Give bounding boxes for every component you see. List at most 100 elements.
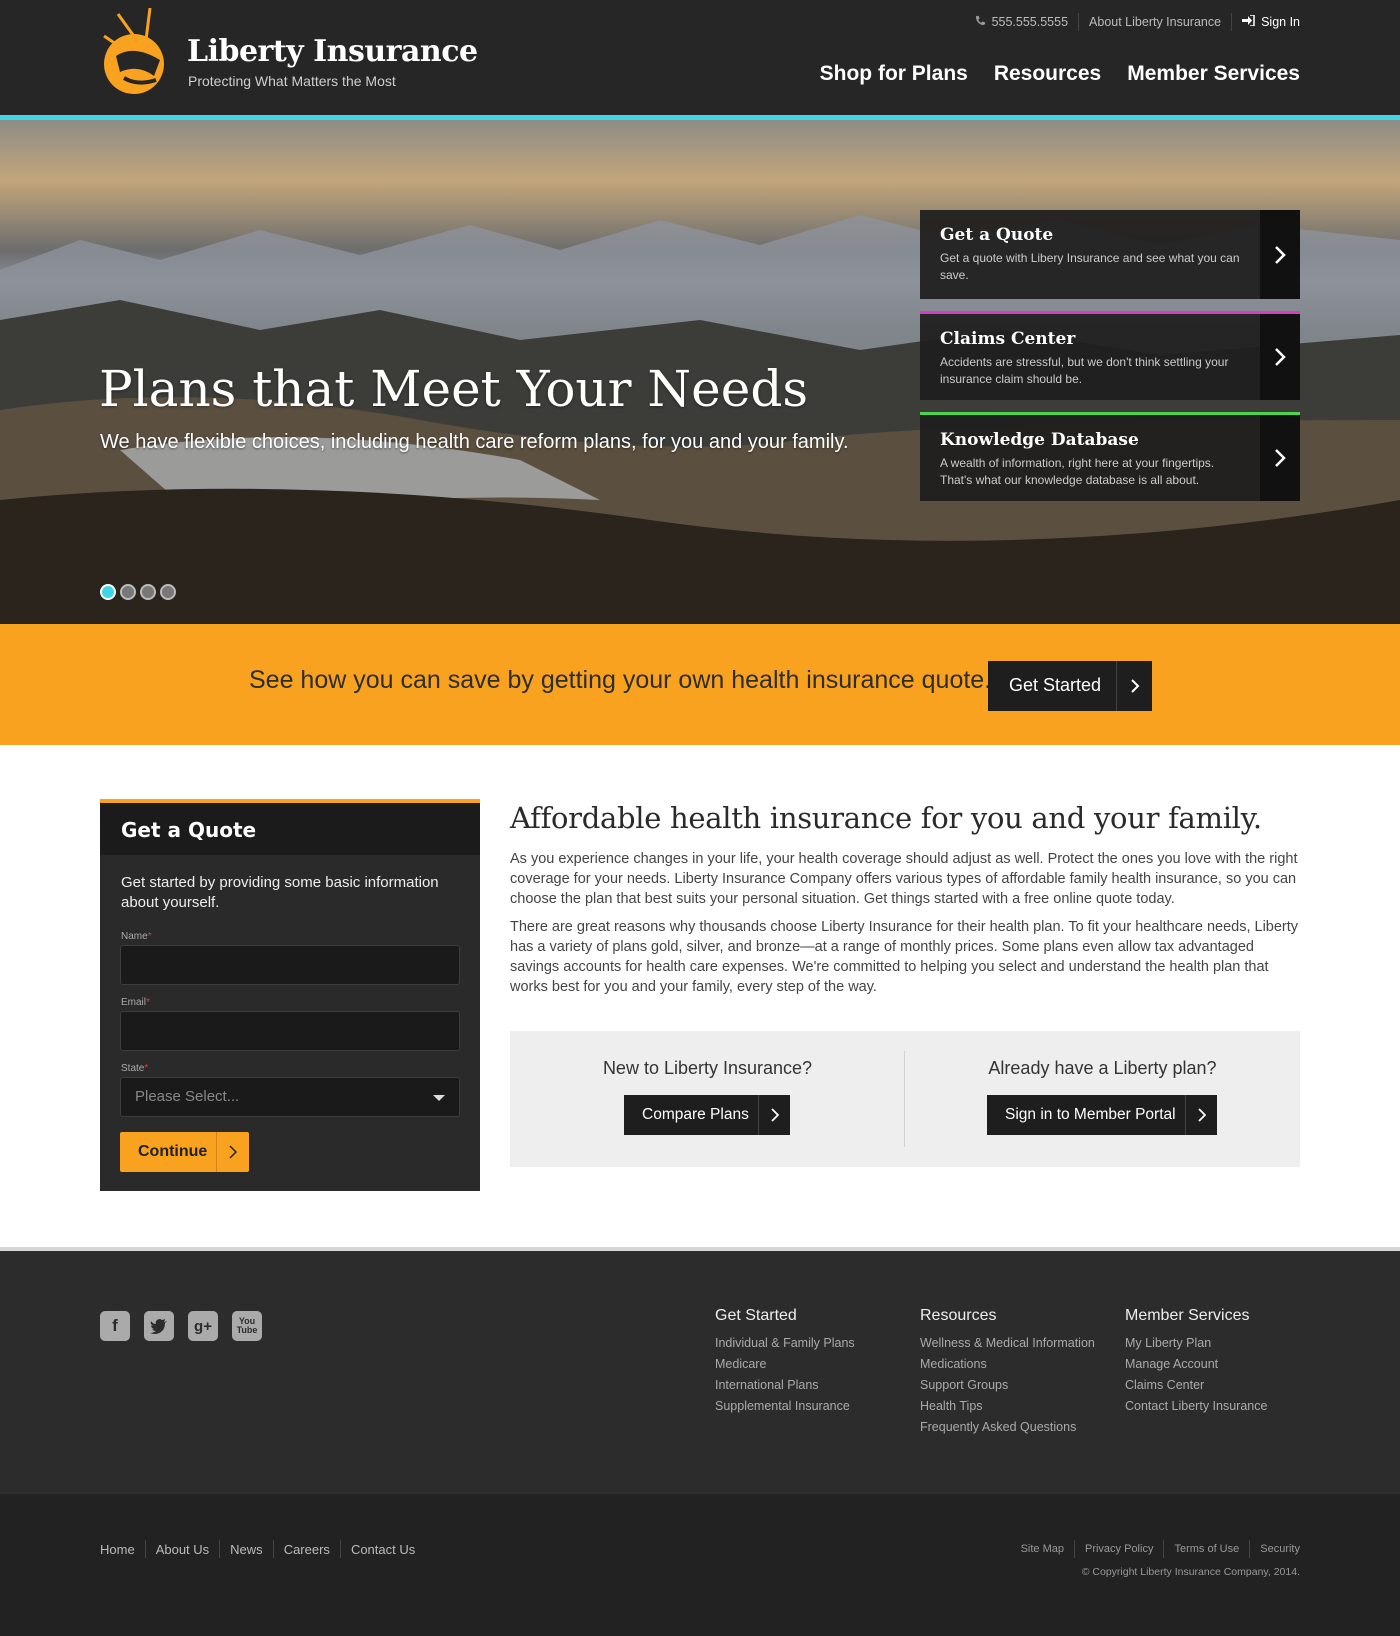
state-label-text: State: [121, 1063, 145, 1074]
facebook-icon[interactable]: f: [100, 1311, 130, 1341]
cta-panel: New to Liberty Insurance? Compare Plans …: [510, 1031, 1300, 1167]
card-get-a-quote[interactable]: Get a Quote Get a quote with Libery Insu…: [920, 210, 1300, 299]
legal-link-privacy[interactable]: Privacy Policy: [1085, 1543, 1153, 1555]
chevron-right-icon: [1185, 1095, 1217, 1135]
main-content: Get a Quote Get started by providing som…: [0, 745, 1400, 1247]
slider-dot-2[interactable]: [120, 584, 136, 600]
get-started-button[interactable]: Get Started: [988, 661, 1152, 711]
name-field[interactable]: [120, 945, 460, 985]
legal-nav: Site Map Privacy Policy Terms of Use Sec…: [1021, 1540, 1300, 1558]
footer-col-member-services: Member Services My Liberty Plan Manage A…: [1125, 1307, 1267, 1417]
footer-link[interactable]: Individual & Family Plans: [715, 1333, 855, 1354]
brand-title[interactable]: Liberty Insurance: [187, 34, 478, 69]
card-knowledge-database[interactable]: Knowledge Database A wealth of informati…: [920, 412, 1300, 501]
legal-link-security[interactable]: Security: [1260, 1543, 1300, 1555]
copyright: © Copyright Liberty Insurance Company, 2…: [1081, 1566, 1300, 1578]
card-text: A wealth of information, right here at y…: [940, 456, 1215, 487]
footer-col-get-started: Get Started Individual & Family Plans Me…: [715, 1307, 855, 1417]
bottom-link-about[interactable]: About Us: [156, 1542, 209, 1557]
chevron-right-icon[interactable]: [1260, 415, 1300, 501]
divider: [219, 1540, 221, 1558]
phone-link[interactable]: 555.555.5555: [975, 15, 1068, 29]
footer-link[interactable]: Claims Center: [1125, 1375, 1267, 1396]
nav-resources[interactable]: Resources: [994, 62, 1101, 86]
content-heading: Affordable health insurance for you and …: [510, 801, 1262, 835]
member-portal-button[interactable]: Sign in to Member Portal: [987, 1095, 1217, 1135]
hero-title: Plans that Meet Your Needs: [99, 360, 809, 418]
google-plus-icon[interactable]: g+: [188, 1311, 218, 1341]
intro-content: Affordable health insurance for you and …: [510, 801, 1300, 997]
divider: [272, 1540, 274, 1558]
quote-form: Get a Quote Get started by providing som…: [100, 799, 480, 1191]
divider: [339, 1540, 341, 1558]
state-select-value: Please Select...: [135, 1088, 240, 1105]
footer-link[interactable]: My Liberty Plan: [1125, 1333, 1267, 1354]
chevron-right-icon[interactable]: [1260, 210, 1300, 299]
footer-col-title: Resources: [920, 1307, 997, 1324]
footer-link[interactable]: Medicare: [715, 1354, 855, 1375]
chevron-right-icon: [216, 1132, 249, 1172]
legal-link-terms[interactable]: Terms of Use: [1174, 1543, 1239, 1555]
divider: [144, 1540, 146, 1558]
liberty-logo-icon[interactable]: [98, 6, 170, 98]
button-label: Get Started: [1009, 675, 1102, 695]
slider-dot-4[interactable]: [160, 584, 176, 600]
legal-link-site-map[interactable]: Site Map: [1021, 1543, 1064, 1555]
cta-existing-members: Already have a Liberty plan? Sign in to …: [905, 1031, 1300, 1167]
cta-member-question: Already have a Liberty plan?: [988, 1058, 1217, 1078]
compare-plans-button[interactable]: Compare Plans: [624, 1095, 790, 1135]
button-label: Sign in to Member Portal: [1005, 1106, 1176, 1123]
footer-col-title: Get Started: [715, 1307, 797, 1324]
card-text: Accidents are stressful, but we don't th…: [940, 355, 1229, 386]
social-links: f g+ You Tube: [100, 1311, 262, 1341]
bottom-link-careers[interactable]: Careers: [284, 1542, 330, 1557]
bottom-link-news[interactable]: News: [230, 1542, 263, 1557]
footer-link[interactable]: Contact Liberty Insurance: [1125, 1396, 1267, 1417]
slider-dot-1[interactable]: [100, 584, 116, 600]
footer-link[interactable]: Support Groups: [920, 1375, 1095, 1396]
email-field[interactable]: [120, 1011, 460, 1051]
slider-dots: [100, 584, 176, 600]
divider: [1078, 13, 1080, 31]
bottom-link-home[interactable]: Home: [100, 1542, 135, 1557]
footer-link[interactable]: Medications: [920, 1354, 1095, 1375]
twitter-icon[interactable]: [144, 1311, 174, 1341]
footer-link[interactable]: Wellness & Medical Information: [920, 1333, 1095, 1354]
footer-col-resources: Resources Wellness & Medical Information…: [920, 1307, 1095, 1438]
bottom-nav: Home About Us News Careers Contact Us: [100, 1540, 415, 1558]
nav-shop-for-plans[interactable]: Shop for Plans: [820, 62, 968, 86]
phone-number: 555.555.5555: [991, 15, 1069, 29]
name-label-text: Name: [121, 931, 148, 942]
about-link[interactable]: About Liberty Insurance: [1089, 15, 1221, 29]
site-header: Liberty Insurance Protecting What Matter…: [0, 0, 1400, 120]
phone-icon: [975, 15, 986, 29]
chevron-right-icon[interactable]: [1260, 314, 1300, 400]
footer-link[interactable]: International Plans: [715, 1375, 855, 1396]
card-title: Knowledge Database: [940, 430, 1139, 450]
footer-col-title: Member Services: [1125, 1307, 1250, 1324]
youtube-icon[interactable]: You Tube: [232, 1311, 262, 1341]
caret-down-icon: [433, 1095, 445, 1101]
content-paragraph-2: There are great reasons why thousands ch…: [510, 919, 1299, 995]
quote-form-intro: Get started by providing some basic info…: [121, 874, 439, 911]
continue-button[interactable]: Continue: [120, 1132, 249, 1172]
divider: [1249, 1540, 1251, 1558]
required-mark: *: [147, 931, 152, 942]
required-mark: *: [144, 1063, 149, 1074]
footer-link[interactable]: Supplemental Insurance: [715, 1396, 855, 1417]
card-claims-center[interactable]: Claims Center Accidents are stressful, b…: [920, 311, 1300, 400]
state-select[interactable]: Please Select...: [120, 1077, 460, 1117]
sign-in-label: Sign In: [1261, 15, 1300, 29]
footer-link[interactable]: Frequently Asked Questions: [920, 1417, 1095, 1438]
nav-member-services[interactable]: Member Services: [1127, 62, 1300, 86]
footer-link[interactable]: Manage Account: [1125, 1354, 1267, 1375]
hero-slider: Plans that Meet Your Needs We have flexi…: [0, 120, 1400, 624]
footer-link[interactable]: Health Tips: [920, 1396, 1095, 1417]
divider: [1073, 1540, 1075, 1558]
required-mark: *: [146, 997, 150, 1008]
button-label: Continue: [138, 1143, 208, 1160]
site-footer: f g+ You Tube Get Started Individual & Fa…: [0, 1247, 1400, 1494]
sign-in-link[interactable]: Sign In: [1242, 14, 1300, 29]
bottom-link-contact[interactable]: Contact Us: [351, 1542, 415, 1557]
slider-dot-3[interactable]: [140, 584, 156, 600]
